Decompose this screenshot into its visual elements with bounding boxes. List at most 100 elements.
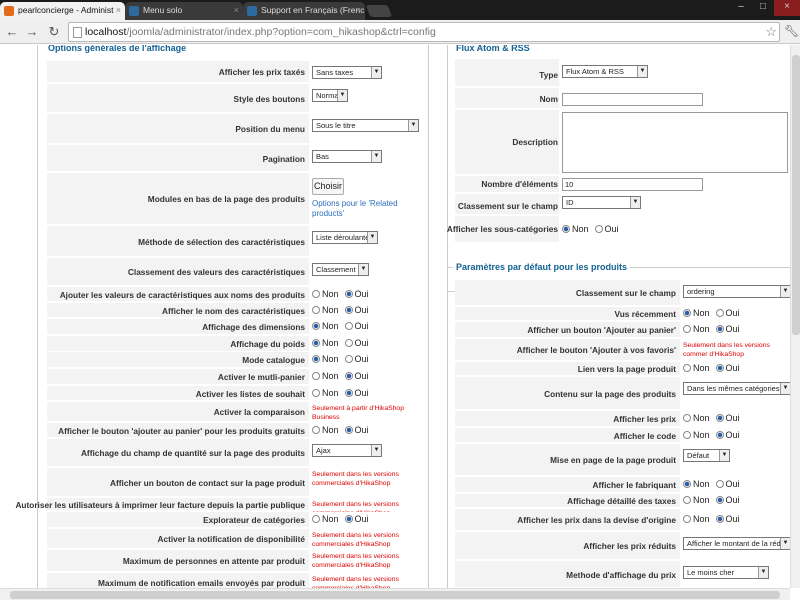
- feed-type-select[interactable]: Flux Atom & RSS ▼: [562, 65, 648, 78]
- radio-oui[interactable]: [715, 431, 724, 439]
- yes-no-radio[interactable]: Non Oui: [683, 413, 740, 423]
- yes-no-radio[interactable]: Non Oui: [312, 425, 369, 435]
- dropdown-select[interactable]: Bas ▼: [312, 150, 382, 163]
- dropdown-select[interactable]: Le moins cher ▼: [683, 566, 769, 579]
- yes-no-radio[interactable]: Non Oui: [312, 354, 369, 364]
- forward-icon[interactable]: →: [24, 24, 40, 40]
- radio-oui[interactable]: [715, 480, 724, 488]
- radio-non[interactable]: [683, 431, 691, 439]
- yes-no-radio[interactable]: Non Oui: [683, 308, 740, 318]
- radio-label-oui: Oui: [354, 305, 369, 315]
- new-tab-button[interactable]: [365, 5, 393, 17]
- radio-oui[interactable]: [594, 225, 603, 233]
- yes-no-radio[interactable]: Non Oui: [312, 289, 369, 299]
- radio-non[interactable]: [312, 372, 320, 380]
- related-products-options-link[interactable]: Options pour le 'Related products': [312, 199, 412, 219]
- radio-non[interactable]: [683, 414, 691, 422]
- yes-no-radio[interactable]: Non Oui: [312, 388, 369, 398]
- feed-subcat-radio[interactable]: Non Oui: [562, 224, 619, 234]
- tab-support[interactable]: Support en Français (Frenc ×: [243, 2, 365, 20]
- dropdown-select[interactable]: Classement ▼: [312, 263, 369, 276]
- radio-oui[interactable]: [344, 372, 353, 380]
- radio-oui[interactable]: [715, 309, 724, 317]
- dropdown-select[interactable]: Normal ▼: [312, 89, 348, 102]
- feed-order-select[interactable]: ID ▼: [562, 196, 641, 209]
- feed-name-label: Nom: [539, 94, 558, 104]
- radio-non[interactable]: [312, 290, 320, 298]
- tab-pearlconcierge[interactable]: pearlconcierge - Administ ×: [0, 2, 125, 20]
- scrollbar-thumb[interactable]: [792, 55, 800, 335]
- yes-no-radio[interactable]: Non Oui: [312, 514, 369, 524]
- radio-non[interactable]: [683, 496, 691, 504]
- yes-no-radio[interactable]: Non Oui: [312, 371, 369, 381]
- dropdown-select[interactable]: Dans les mêmes catégories ▼: [683, 382, 790, 395]
- yes-no-radio[interactable]: Non Oui: [312, 338, 369, 348]
- radio-oui[interactable]: [715, 364, 724, 372]
- feed-count-input[interactable]: 10: [562, 178, 703, 191]
- yes-no-radio[interactable]: Non Oui: [312, 321, 369, 331]
- radio-non[interactable]: [312, 389, 320, 397]
- config-row-label: Position du menu: [235, 124, 305, 134]
- radio-non[interactable]: [312, 339, 320, 347]
- radio-non[interactable]: [562, 225, 570, 233]
- maximize-icon[interactable]: □: [752, 0, 774, 16]
- radio-non[interactable]: [683, 325, 691, 333]
- tab-menu-solo[interactable]: Menu solo ×: [125, 2, 243, 20]
- radio-non[interactable]: [683, 480, 691, 488]
- radio-non[interactable]: [683, 515, 691, 523]
- close-tab-icon[interactable]: ×: [234, 2, 239, 19]
- config-row: Afficher le bouton 'Ajouter à vos favori…: [455, 339, 790, 361]
- radio-non[interactable]: [312, 426, 320, 434]
- radio-oui[interactable]: [344, 515, 353, 523]
- dropdown-select[interactable]: Afficher le montant de la réduction ▼: [683, 537, 790, 550]
- yes-no-radio[interactable]: Non Oui: [683, 495, 740, 505]
- close-window-icon[interactable]: ×: [774, 0, 800, 16]
- radio-oui[interactable]: [344, 290, 353, 298]
- dropdown-select[interactable]: Sans taxes ▼: [312, 66, 382, 79]
- yes-no-radio[interactable]: Non Oui: [683, 324, 740, 334]
- radio-oui[interactable]: [715, 515, 724, 523]
- yes-no-radio[interactable]: Non Oui: [683, 430, 740, 440]
- scrollbar-thumb[interactable]: [10, 591, 780, 599]
- reload-icon[interactable]: ↻: [46, 24, 62, 40]
- radio-non[interactable]: [312, 355, 320, 363]
- close-tab-icon[interactable]: ×: [356, 2, 361, 19]
- bookmark-star-icon[interactable]: ☆: [765, 23, 777, 41]
- radio-non[interactable]: [683, 364, 691, 372]
- wrench-menu-icon[interactable]: 🔧︎: [784, 24, 799, 38]
- radio-oui[interactable]: [344, 389, 353, 397]
- dropdown-select[interactable]: Défaut ▼: [683, 449, 730, 462]
- yes-no-radio[interactable]: Non Oui: [683, 363, 740, 373]
- radio-non[interactable]: [312, 306, 320, 314]
- dropdown-select[interactable]: Sous le titre ▼: [312, 119, 419, 132]
- yes-no-radio[interactable]: Non Oui: [683, 514, 740, 524]
- radio-oui[interactable]: [344, 306, 353, 314]
- radio-non[interactable]: [312, 322, 320, 330]
- close-tab-icon[interactable]: ×: [116, 2, 121, 19]
- minimize-icon[interactable]: –: [730, 0, 752, 16]
- radio-oui[interactable]: [344, 355, 353, 363]
- yes-no-radio[interactable]: Non Oui: [683, 479, 740, 489]
- radio-oui[interactable]: [715, 414, 724, 422]
- back-icon[interactable]: ←: [4, 24, 20, 40]
- radio-oui[interactable]: [715, 496, 724, 504]
- radio-non[interactable]: [312, 515, 320, 523]
- feed-name-input[interactable]: [562, 93, 703, 106]
- radio-oui[interactable]: [344, 322, 353, 330]
- radio-oui[interactable]: [715, 325, 724, 333]
- radio-non[interactable]: [683, 309, 691, 317]
- vertical-scrollbar[interactable]: [790, 45, 800, 588]
- radio-label-non: Non: [322, 321, 339, 331]
- horizontal-scrollbar[interactable]: [0, 588, 790, 600]
- yes-no-radio[interactable]: Non Oui: [312, 305, 369, 315]
- radio-oui[interactable]: [344, 426, 353, 434]
- choose-modules-button[interactable]: Choisir: [312, 178, 344, 195]
- select-value: Bas: [316, 152, 329, 161]
- feed-description-textarea[interactable]: [562, 112, 788, 173]
- address-bar[interactable]: localhost/joomla/administrator/index.php…: [68, 22, 780, 42]
- dropdown-select[interactable]: ordering ▼: [683, 285, 790, 298]
- radio-oui[interactable]: [344, 339, 353, 347]
- dropdown-select[interactable]: Liste déroulante ▼: [312, 231, 378, 244]
- dropdown-select[interactable]: Ajax ▼: [312, 444, 382, 457]
- radio-label-oui: Oui: [354, 354, 369, 364]
